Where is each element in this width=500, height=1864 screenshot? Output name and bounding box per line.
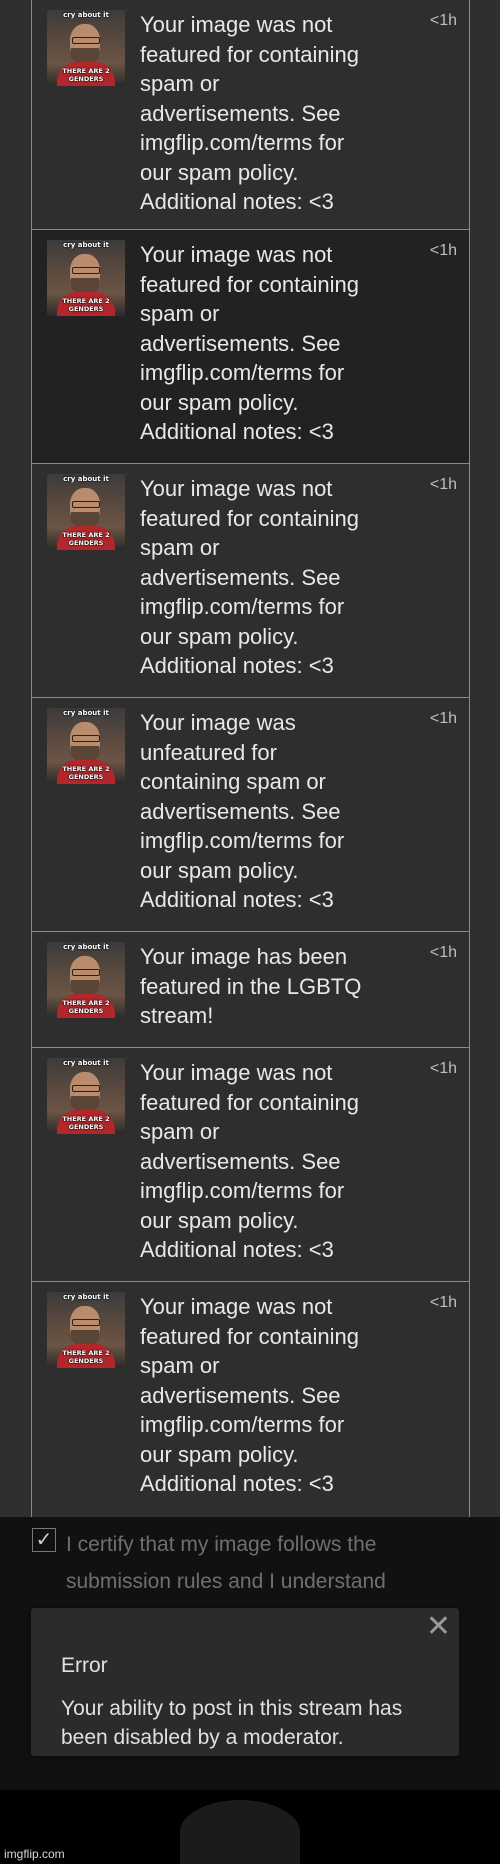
notification-message: Your image was not featured for containi…: [140, 476, 359, 678]
certify-checkbox[interactable]: ✓: [32, 1528, 56, 1552]
meme-thumbnail[interactable]: cry about it THERE ARE 2 GENDERS: [47, 708, 125, 784]
checkmark-icon: ✓: [35, 1529, 53, 1551]
thumbnail-top-text: cry about it: [63, 943, 109, 951]
thumbnail-bottom-text: THERE ARE 2 GENDERS: [62, 531, 110, 547]
notification-time: <1h: [429, 242, 457, 259]
notifications-feed: cry about it THERE ARE 2 GENDERS Your im…: [31, 0, 470, 1517]
notification-message: Your image was not featured for containi…: [140, 1060, 359, 1262]
thumbnail-bottom-text: THERE ARE 2 GENDERS: [62, 1115, 110, 1131]
error-dialog: ✕ Error Your ability to post in this str…: [31, 1608, 459, 1756]
notification-item[interactable]: cry about it THERE ARE 2 GENDERS Your im…: [32, 1282, 469, 1517]
meme-thumbnail[interactable]: cry about it THERE ARE 2 GENDERS: [47, 10, 125, 86]
imgflip-watermark: imgflip.com: [4, 1847, 65, 1861]
notification-time: <1h: [429, 476, 457, 493]
notification-message: Your image was not featured for containi…: [140, 242, 359, 444]
notification-item[interactable]: cry about it THERE ARE 2 GENDERS Your im…: [32, 932, 469, 1048]
notification-message: Your image was not featured for containi…: [140, 12, 359, 214]
thumbnail-top-text: cry about it: [63, 475, 109, 483]
notification-time: <1h: [429, 710, 457, 727]
notification-message: Your image has been featured in the LGBT…: [140, 944, 362, 1028]
thumbnail-top-text: cry about it: [63, 11, 109, 19]
thumbnail-top-text: cry about it: [63, 709, 109, 717]
error-message: Your ability to post in this stream has …: [61, 1697, 403, 1749]
close-icon[interactable]: ✕: [426, 1610, 451, 1644]
meme-thumbnail[interactable]: cry about it THERE ARE 2 GENDERS: [47, 1058, 125, 1134]
notification-time: <1h: [429, 12, 457, 29]
notification-message: Your image was unfeatured for containing…: [140, 710, 345, 912]
meme-thumbnail[interactable]: cry about it THERE ARE 2 GENDERS: [47, 474, 125, 550]
notification-message: Your image was not featured for containi…: [140, 1294, 359, 1496]
thumbnail-bottom-text: THERE ARE 2 GENDERS: [62, 297, 110, 313]
notification-time: <1h: [429, 1294, 457, 1311]
thumbnail-bottom-text: THERE ARE 2 GENDERS: [62, 1349, 110, 1365]
meme-thumbnail[interactable]: cry about it THERE ARE 2 GENDERS: [47, 942, 125, 1018]
error-title: Error: [61, 1654, 108, 1677]
thumbnail-bottom-text: THERE ARE 2 GENDERS: [62, 999, 110, 1015]
notification-item[interactable]: cry about it THERE ARE 2 GENDERS Your im…: [32, 464, 469, 698]
certify-label: I certify that my image follows the subm…: [66, 1533, 386, 1593]
notification-item[interactable]: cry about it THERE ARE 2 GENDERS Your im…: [32, 230, 469, 464]
notification-item[interactable]: cry about it THERE ARE 2 GENDERS Your im…: [32, 1048, 469, 1282]
meme-thumbnail[interactable]: cry about it THERE ARE 2 GENDERS: [47, 1292, 125, 1368]
thumbnail-top-text: cry about it: [63, 241, 109, 249]
notification-time: <1h: [429, 1060, 457, 1077]
notification-item[interactable]: cry about it THERE ARE 2 GENDERS Your im…: [32, 0, 469, 230]
thumbnail-bottom-text: THERE ARE 2 GENDERS: [62, 765, 110, 781]
thumbnail-top-text: cry about it: [63, 1059, 109, 1067]
notification-item[interactable]: cry about it THERE ARE 2 GENDERS Your im…: [32, 698, 469, 932]
notification-time: <1h: [429, 944, 457, 961]
meme-thumbnail[interactable]: cry about it THERE ARE 2 GENDERS: [47, 240, 125, 316]
thumbnail-top-text: cry about it: [63, 1293, 109, 1301]
background-image: [0, 1790, 500, 1864]
thumbnail-bottom-text: THERE ARE 2 GENDERS: [62, 67, 110, 83]
